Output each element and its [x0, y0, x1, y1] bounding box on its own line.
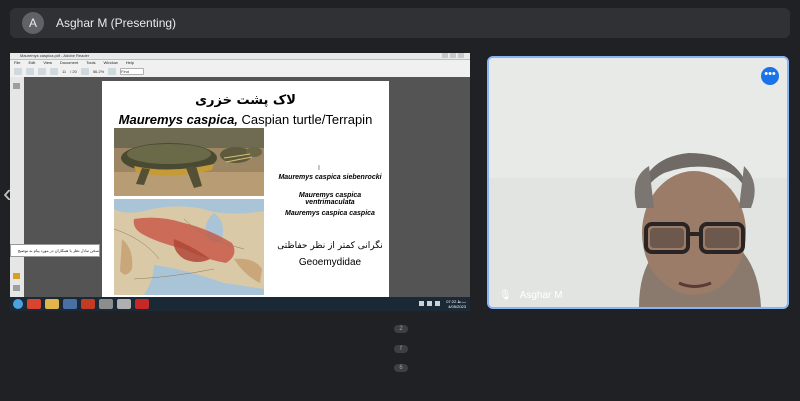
- app-title-bar: Mauremys caspica.pdf - Adobe Reader: [10, 53, 470, 60]
- chrome-icon[interactable]: [27, 299, 41, 309]
- network-icon[interactable]: [419, 301, 424, 306]
- menu-help[interactable]: Help: [126, 60, 134, 66]
- app-title: Mauremys caspica.pdf - Adobe Reader: [20, 53, 90, 58]
- turtle-photo: [114, 128, 264, 196]
- common-name: Caspian turtle/Terrapin: [237, 112, 373, 127]
- clock-date: 4/05/2023: [448, 304, 466, 309]
- minimize-icon[interactable]: [442, 53, 448, 58]
- document-area: سخن تبادل نظر با همکاران در مورد پیام به…: [10, 77, 470, 299]
- presenter-bar: A Asghar M (Presenting): [10, 8, 790, 38]
- presenter-label: Asghar M (Presenting): [56, 16, 177, 30]
- filmstrip-page-3[interactable]: 6: [394, 364, 408, 372]
- opera-icon[interactable]: [81, 299, 95, 309]
- slide-page: لاک پشت خزری Mauremys caspica, Caspian t…: [102, 81, 389, 297]
- participant-video: [489, 58, 787, 307]
- page-total: / 20: [70, 69, 77, 74]
- subspecies-1: Mauremys caspica siebenrocki: [278, 174, 382, 181]
- clock[interactable]: 07:22 ب.ظ 4/05/2023: [446, 299, 466, 309]
- volume-icon[interactable]: [427, 301, 432, 306]
- shared-screen: Mauremys caspica.pdf - Adobe Reader File…: [10, 53, 470, 311]
- participant-name: Asghar M: [519, 290, 563, 301]
- zoom-in-icon[interactable]: [108, 68, 117, 75]
- maximize-icon[interactable]: [450, 53, 456, 58]
- slide-title-persian: لاک پشت خزری: [195, 93, 296, 108]
- filmstrip-page-2[interactable]: f: [394, 345, 408, 353]
- text-cursor-icon: I: [318, 165, 320, 172]
- menu-document[interactable]: Document: [60, 60, 78, 66]
- menu-file[interactable]: File: [14, 60, 20, 66]
- comment-icon[interactable]: [13, 273, 20, 279]
- attachment-icon[interactable]: [13, 285, 20, 291]
- menu-window[interactable]: Window: [104, 60, 118, 66]
- navigation-panel: [10, 77, 24, 299]
- conservation-status: نگرانی کمتر از نظر حفاظتی: [277, 241, 383, 251]
- media-player-icon[interactable]: [63, 299, 77, 309]
- participant-video-tile[interactable]: ••• 🎙 Asghar M: [487, 56, 789, 309]
- prev-page-icon[interactable]: [38, 68, 46, 75]
- more-options-icon[interactable]: •••: [761, 67, 779, 85]
- start-icon[interactable]: [13, 299, 23, 309]
- participant-label: 🎙 Asghar M: [499, 290, 563, 301]
- adobe-reader-icon[interactable]: [135, 299, 149, 309]
- menu-edit[interactable]: Edit: [28, 60, 35, 66]
- pages-icon[interactable]: [13, 83, 20, 89]
- mic-off-icon: 🎙: [499, 290, 512, 301]
- battery-icon[interactable]: [435, 301, 440, 306]
- family-name: Geoemydidae: [298, 257, 362, 268]
- tooltip-popup: سخن تبادل نظر با همکاران در مورد پیام به…: [10, 244, 100, 257]
- windows-taskbar: 07:22 ب.ظ 4/05/2023: [10, 297, 470, 311]
- find-field[interactable]: Find: [120, 68, 145, 75]
- file-icon[interactable]: [117, 299, 131, 309]
- email-icon[interactable]: [26, 68, 34, 75]
- menu-view[interactable]: View: [43, 60, 52, 66]
- slide-title-english: Mauremys caspica, Caspian turtle/Terrapi…: [102, 112, 389, 127]
- folder-icon[interactable]: [45, 299, 59, 309]
- next-page-icon[interactable]: [50, 68, 58, 75]
- close-icon[interactable]: [458, 53, 464, 58]
- app-icon[interactable]: [99, 299, 113, 309]
- print-icon[interactable]: [14, 68, 22, 75]
- subspecies-3: Mauremys caspica caspica: [285, 210, 375, 217]
- distribution-map: [114, 199, 264, 295]
- page-number[interactable]: 11: [62, 69, 66, 74]
- presenter-avatar: A: [22, 12, 44, 34]
- filmstrip-page-1[interactable]: 2: [394, 325, 408, 333]
- scientific-name: Mauremys caspica,: [118, 112, 238, 127]
- zoom-level[interactable]: 56.2%: [93, 69, 104, 74]
- menu-tools[interactable]: Tools: [86, 60, 95, 66]
- subspecies-2: Mauremys caspica ventrimaculata: [298, 192, 362, 206]
- zoom-out-icon[interactable]: [80, 68, 89, 75]
- system-tray: [419, 301, 440, 306]
